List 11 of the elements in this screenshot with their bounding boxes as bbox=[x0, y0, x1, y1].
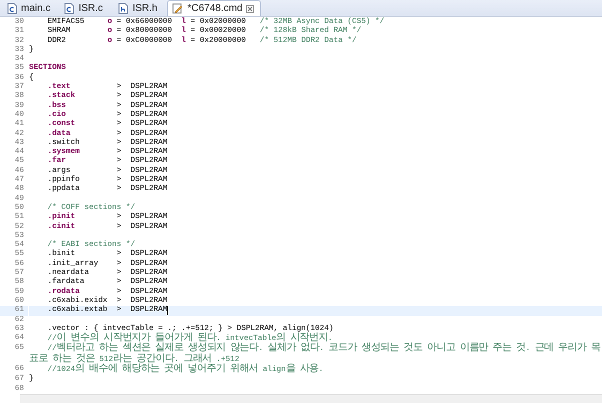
editor-tab[interactable]: ISR.c bbox=[59, 0, 112, 16]
close-icon[interactable] bbox=[246, 4, 254, 12]
editor-tab[interactable]: ISR.h bbox=[113, 0, 166, 16]
h-file-icon bbox=[118, 3, 128, 14]
editor-tab[interactable]: main.c bbox=[2, 0, 58, 16]
horizontal-scrollbar[interactable] bbox=[20, 394, 602, 403]
c-file-icon bbox=[64, 3, 74, 14]
editor-tab[interactable]: *C6748.cmd bbox=[167, 0, 262, 16]
edited-file-icon bbox=[172, 3, 184, 14]
text-cursor bbox=[167, 306, 168, 316]
c-file-icon bbox=[7, 3, 17, 14]
